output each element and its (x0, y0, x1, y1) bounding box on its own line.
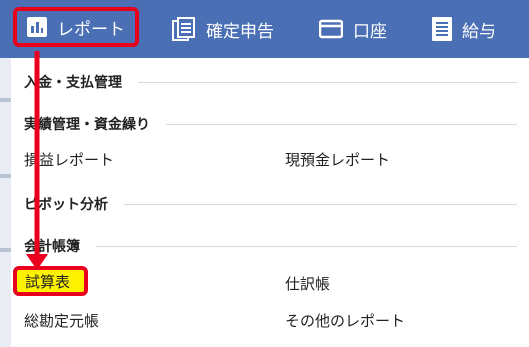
section-performance-cashflow: 実績管理・資金繰り (24, 114, 517, 134)
section-pivot-analysis-label: ピボット分析 (24, 197, 108, 213)
section-pivot-analysis: ピボット分析 (24, 194, 517, 214)
nav-report-label: レポート (57, 19, 125, 40)
nav-account-button[interactable]: 口座 (319, 9, 387, 49)
menu-item-other-reports[interactable]: その他のレポート (285, 310, 405, 331)
nav-tax-return-label: 確定申告 (206, 21, 274, 42)
nav-account-label: 口座 (353, 21, 387, 42)
section-divider (166, 123, 517, 125)
section-deposits-payments: 入金・支払管理 (24, 72, 517, 92)
section-performance-cashflow-label: 実績管理・資金繰り (24, 117, 150, 133)
menu-item-profit-loss-report[interactable]: 損益レポート (24, 149, 114, 170)
nav-salary-label: 給与 (462, 21, 496, 42)
menu-item-cash-deposit-report[interactable]: 現預金レポート (285, 149, 390, 170)
payslip-icon (432, 17, 452, 41)
section-accounting-books: 会計帳簿 (24, 236, 517, 256)
nav-salary-button[interactable]: 給与 (432, 9, 496, 49)
card-icon (319, 19, 343, 39)
menu-item-trial-balance-label: 試算表 (25, 272, 71, 291)
nav-report-button[interactable]: レポート (13, 7, 139, 47)
nav-tax-return-button[interactable]: 確定申告 (172, 9, 274, 49)
background-divider (0, 248, 11, 252)
document-stack-icon (172, 17, 196, 41)
section-divider (124, 203, 517, 205)
section-divider (138, 81, 517, 83)
menu-item-trial-balance[interactable]: 試算表 (13, 266, 88, 296)
menu-item-journal[interactable]: 仕訳帳 (285, 273, 330, 294)
background-divider (0, 98, 11, 102)
top-navigation-bar: レポート 確定申告 口座 給与 (0, 0, 529, 58)
bar-chart-icon (27, 17, 47, 37)
section-deposits-payments-label: 入金・支払管理 (24, 75, 122, 91)
menu-item-general-ledger[interactable]: 総勘定元帳 (24, 310, 99, 331)
background-divider (0, 174, 11, 178)
section-divider (96, 245, 517, 247)
section-accounting-books-label: 会計帳簿 (24, 239, 80, 255)
